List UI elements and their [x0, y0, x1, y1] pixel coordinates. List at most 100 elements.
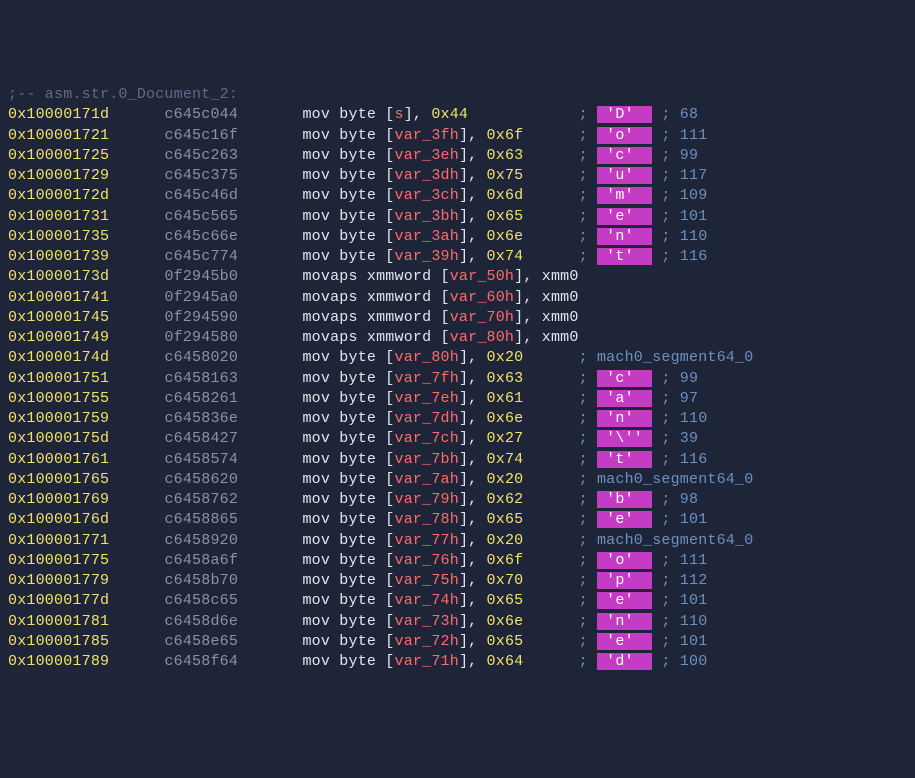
disasm-row: 0x100001745 0f294590 movaps xmmword [var…: [8, 308, 907, 328]
address: 0x100001789: [8, 653, 109, 670]
immediate: 0x65: [487, 592, 524, 609]
immediate: 0x6e: [487, 228, 524, 245]
opcode-bytes: c645836e: [164, 410, 238, 427]
address: 0x100001745: [8, 309, 109, 326]
segment-comment: ; mach0_segment64_0: [579, 471, 754, 488]
opcode-bytes: c6458a6f: [164, 552, 238, 569]
disasm-row: 0x100001731 c645c565 mov byte [var_3bh],…: [8, 207, 907, 227]
disasm-row: 0x10000171d c645c044 mov byte [s], 0x44 …: [8, 105, 907, 125]
char-highlight: 'u': [597, 167, 652, 184]
opcode-bytes: c6458163: [164, 370, 238, 387]
address: 0x10000172d: [8, 187, 109, 204]
local-var: var_7bh: [395, 451, 459, 468]
char-highlight: 'o': [597, 552, 652, 569]
opcode-bytes: c645c46d: [164, 187, 238, 204]
opcode-bytes: c645c16f: [164, 127, 238, 144]
local-var: var_73h: [395, 613, 459, 630]
disasm-row: 0x100001779 c6458b70 mov byte [var_75h],…: [8, 571, 907, 591]
address: 0x100001749: [8, 329, 109, 346]
opcode-bytes: 0f2945a0: [164, 289, 238, 306]
mnemonic: mov byte: [302, 167, 376, 184]
address: 0x100001775: [8, 552, 109, 569]
mnemonic: mov byte: [302, 248, 376, 265]
immediate: 0x61: [487, 390, 524, 407]
disasm-row: 0x10000176d c6458865 mov byte [var_78h],…: [8, 510, 907, 530]
immediate: 0x20: [487, 349, 524, 366]
mnemonic: mov byte: [302, 390, 376, 407]
local-var: var_3ah: [395, 228, 459, 245]
address: 0x100001721: [8, 127, 109, 144]
disasm-row: 0x10000177d c6458c65 mov byte [var_74h],…: [8, 591, 907, 611]
local-var: var_3fh: [395, 127, 459, 144]
char-highlight: 'd': [597, 653, 652, 670]
opcode-bytes: c645c66e: [164, 228, 238, 245]
disasm-row: 0x10000173d 0f2945b0 movaps xmmword [var…: [8, 267, 907, 287]
address: 0x100001761: [8, 451, 109, 468]
local-var: var_60h: [450, 289, 514, 306]
address: 0x100001771: [8, 532, 109, 549]
char-highlight: '\'': [597, 430, 652, 447]
immediate: 0x65: [487, 633, 524, 650]
address: 0x100001725: [8, 147, 109, 164]
disasm-row: 0x100001739 c645c774 mov byte [var_39h],…: [8, 247, 907, 267]
opcode-bytes: c6458b70: [164, 572, 238, 589]
register: xmm0: [542, 289, 579, 306]
mnemonic: mov byte: [302, 572, 376, 589]
char-highlight: 't': [597, 248, 652, 265]
local-var: s: [395, 106, 404, 123]
mnemonic: mov byte: [302, 370, 376, 387]
char-highlight: 'b': [597, 491, 652, 508]
opcode-bytes: c6458c65: [164, 592, 238, 609]
immediate: 0x27: [487, 430, 524, 447]
immediate: 0x6f: [487, 127, 524, 144]
opcode-bytes: c645c263: [164, 147, 238, 164]
address: 0x100001759: [8, 410, 109, 427]
local-var: var_72h: [395, 633, 459, 650]
disasm-row: 0x100001785 c6458e65 mov byte [var_72h],…: [8, 632, 907, 652]
address: 0x10000176d: [8, 511, 109, 528]
address: 0x100001751: [8, 370, 109, 387]
char-highlight: 't': [597, 451, 652, 468]
char-highlight: 'e': [597, 208, 652, 225]
opcode-bytes: c6458427: [164, 430, 238, 447]
disasm-row: 0x100001789 c6458f64 mov byte [var_71h],…: [8, 652, 907, 672]
address: 0x100001785: [8, 633, 109, 650]
opcode-bytes: c6458574: [164, 451, 238, 468]
local-var: var_7dh: [395, 410, 459, 427]
char-highlight: 'n': [597, 613, 652, 630]
mnemonic: mov byte: [302, 208, 376, 225]
disasm-row: 0x10000174d c6458020 mov byte [var_80h],…: [8, 348, 907, 368]
local-var: var_50h: [450, 268, 514, 285]
disasm-row: 0x100001781 c6458d6e mov byte [var_73h],…: [8, 612, 907, 632]
mnemonic: movaps xmmword: [302, 309, 431, 326]
char-highlight: 'o': [597, 127, 652, 144]
mnemonic: mov byte: [302, 471, 376, 488]
address: 0x100001731: [8, 208, 109, 225]
disasm-row: 0x100001759 c645836e mov byte [var_7dh],…: [8, 409, 907, 429]
char-highlight: 'e': [597, 633, 652, 650]
disasm-row: 0x10000175d c6458427 mov byte [var_7ch],…: [8, 429, 907, 449]
local-var: var_80h: [450, 329, 514, 346]
opcode-bytes: c645c565: [164, 208, 238, 225]
immediate: 0x20: [487, 471, 524, 488]
immediate: 0x6e: [487, 410, 524, 427]
immediate: 0x6d: [487, 187, 524, 204]
address: 0x10000174d: [8, 349, 109, 366]
opcode-bytes: c6458865: [164, 511, 238, 528]
immediate: 0x74: [487, 248, 524, 265]
mnemonic: mov byte: [302, 653, 376, 670]
local-var: var_39h: [395, 248, 459, 265]
immediate: 0x62: [487, 491, 524, 508]
immediate: 0x65: [487, 511, 524, 528]
disasm-row: 0x100001765 c6458620 mov byte [var_7ah],…: [8, 470, 907, 490]
local-var: var_80h: [395, 349, 459, 366]
mnemonic: mov byte: [302, 228, 376, 245]
mnemonic: mov byte: [302, 430, 376, 447]
register: xmm0: [542, 268, 579, 285]
opcode-bytes: c645c044: [164, 106, 238, 123]
address: 0x100001769: [8, 491, 109, 508]
mnemonic: mov byte: [302, 451, 376, 468]
opcode-bytes: c6458d6e: [164, 613, 238, 630]
char-highlight: 'n': [597, 228, 652, 245]
mnemonic: mov byte: [302, 633, 376, 650]
